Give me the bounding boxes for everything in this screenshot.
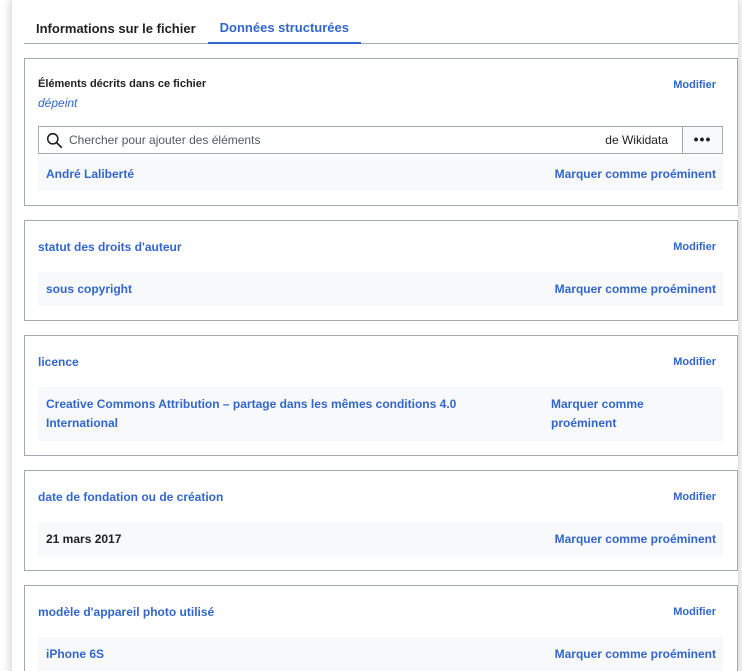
- search-icon: [46, 132, 63, 149]
- tab-bar: Informations sur le fichier Données stru…: [24, 14, 738, 44]
- inception-property-link[interactable]: date de fondation ou de création: [38, 490, 223, 504]
- copyright-card: statut des droits d'auteur Modifier sous…: [24, 220, 738, 321]
- depicts-search-box: de Wikidata: [38, 126, 683, 154]
- depicts-property-link[interactable]: dépeint: [38, 96, 77, 110]
- copyright-mark-prominent-link[interactable]: Marquer comme proéminent: [555, 279, 716, 299]
- inception-card: date de fondation ou de création Modifie…: [24, 470, 738, 571]
- copyright-property-link[interactable]: statut des droits d'auteur: [38, 240, 182, 254]
- license-value-line2[interactable]: International: [46, 413, 118, 433]
- camera-mark-prominent-link[interactable]: Marquer comme proéminent: [555, 644, 716, 664]
- tab-structured-data[interactable]: Données structurées: [207, 20, 361, 44]
- license-property-link[interactable]: licence: [38, 355, 79, 369]
- license-mark-prominent-line2[interactable]: proéminent: [551, 413, 616, 433]
- license-value-row: Creative Commons Attribution – partage d…: [38, 387, 723, 441]
- depicts-title: Éléments décrits dans ce fichier: [38, 78, 207, 90]
- inception-modify-link[interactable]: Modifier: [673, 491, 716, 503]
- depicts-mark-prominent-link[interactable]: Marquer comme proéminent: [555, 164, 716, 184]
- depicts-card: Éléments décrits dans ce fichier dépeint…: [24, 58, 738, 206]
- license-mark-prominent-line1[interactable]: Marquer comme: [551, 394, 644, 414]
- more-options-icon: •••: [693, 131, 712, 147]
- depicts-search-input[interactable]: [69, 127, 589, 153]
- license-value-line1[interactable]: Creative Commons Attribution – partage d…: [46, 394, 456, 414]
- inception-mark-prominent-link[interactable]: Marquer comme proéminent: [555, 529, 716, 549]
- depicts-value-row: André Laliberté Marquer comme proéminent: [38, 157, 723, 191]
- camera-value-link[interactable]: iPhone 6S: [46, 644, 104, 664]
- depicts-modify-link[interactable]: Modifier: [673, 79, 716, 91]
- inception-value: 21 mars 2017: [46, 532, 122, 546]
- copyright-value-row: sous copyright Marquer comme proéminent: [38, 272, 723, 306]
- tab-file-information[interactable]: Informations sur le fichier: [24, 21, 208, 43]
- more-options-button[interactable]: •••: [683, 126, 723, 154]
- copyright-value-link[interactable]: sous copyright: [46, 279, 132, 299]
- inception-value-row: 21 mars 2017 Marquer comme proéminent: [38, 522, 723, 556]
- license-modify-link[interactable]: Modifier: [673, 356, 716, 368]
- search-source-label: de Wikidata: [605, 133, 668, 147]
- depicts-value-link[interactable]: André Laliberté: [46, 164, 134, 184]
- camera-value-row: iPhone 6S Marquer comme proéminent: [38, 637, 723, 671]
- camera-property-link[interactable]: modèle d'appareil photo utilisé: [38, 605, 214, 619]
- license-card: licence Modifier Creative Commons Attrib…: [24, 335, 738, 456]
- camera-modify-link[interactable]: Modifier: [673, 606, 716, 618]
- copyright-modify-link[interactable]: Modifier: [673, 241, 716, 253]
- camera-card: modèle d'appareil photo utilisé Modifier…: [24, 585, 738, 671]
